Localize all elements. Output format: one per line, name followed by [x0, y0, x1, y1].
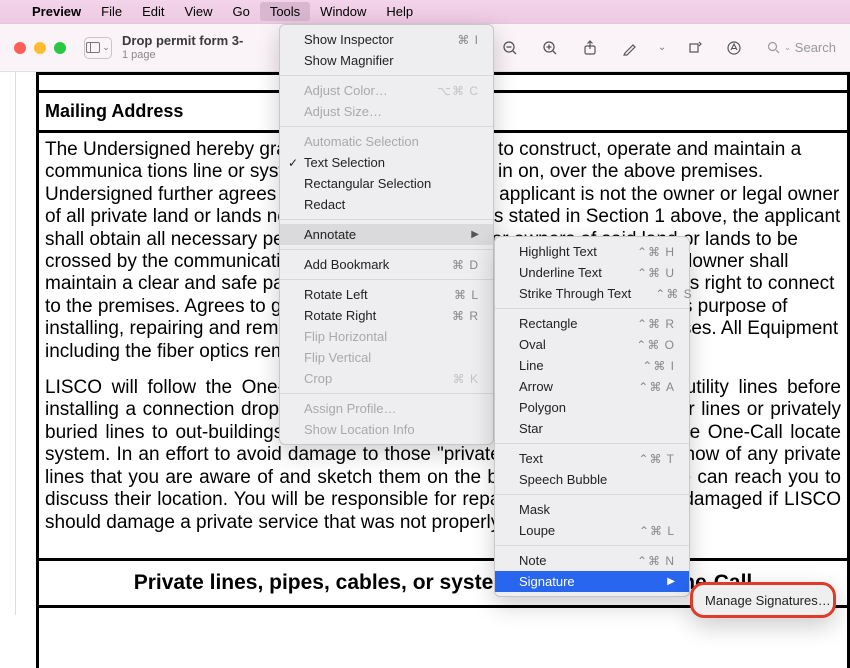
minimize-button[interactable]	[34, 42, 46, 54]
search-placeholder: Search	[795, 40, 836, 55]
assign-profile-item: Assign Profile…	[280, 398, 493, 419]
edit-menu[interactable]: Edit	[132, 2, 174, 21]
star-item[interactable]: Star	[495, 418, 689, 439]
system-menubar: Preview File Edit View Go Tools Window H…	[0, 0, 850, 24]
window-menu[interactable]: Window	[310, 2, 376, 21]
rotate-left-item[interactable]: Rotate Left⌘ L	[280, 284, 493, 305]
tools-dropdown: Show Inspector⌘ I Show Magnifier Adjust …	[279, 24, 494, 445]
arrow-item[interactable]: Arrow⌃⌘ A	[495, 376, 689, 397]
sidebar-toggle[interactable]: ⌄	[84, 37, 112, 59]
help-menu[interactable]: Help	[376, 2, 423, 21]
flip-horizontal-item: Flip Horizontal	[280, 326, 493, 347]
redact-item[interactable]: Redact	[280, 194, 493, 215]
add-bookmark-item[interactable]: Add Bookmark⌘ D	[280, 254, 493, 275]
zoom-in-button[interactable]	[535, 36, 565, 60]
zoom-out-button[interactable]	[495, 36, 525, 60]
signature-submenu: Manage Signatures…	[690, 582, 836, 618]
highlight-dropdown[interactable]: ⌄	[655, 36, 669, 60]
loupe-item[interactable]: Loupe⌃⌘ L	[495, 520, 689, 541]
sidebar-icon	[86, 42, 100, 53]
text-item[interactable]: Text⌃⌘ T	[495, 448, 689, 469]
markup-button[interactable]	[719, 36, 749, 60]
adjust-color-item: Adjust Color…⌥⌘ C	[280, 80, 493, 101]
share-button[interactable]	[575, 36, 605, 60]
highlight-text-item[interactable]: Highlight Text⌃⌘ H	[495, 241, 689, 262]
line-item[interactable]: Line⌃⌘ I	[495, 355, 689, 376]
polygon-item[interactable]: Polygon	[495, 397, 689, 418]
rectangular-selection-item[interactable]: Rectangular Selection	[280, 173, 493, 194]
signature-item[interactable]: Signature▶	[495, 571, 689, 592]
text-selection-item[interactable]: ✓Text Selection	[280, 152, 493, 173]
speech-bubble-item[interactable]: Speech Bubble	[495, 469, 689, 490]
show-magnifier-item[interactable]: Show Magnifier	[280, 50, 493, 71]
search-field[interactable]: ⌄ Search	[759, 40, 836, 55]
file-menu[interactable]: File	[91, 2, 132, 21]
crop-item: Crop⌘ K	[280, 368, 493, 389]
annotate-item[interactable]: Annotate▶	[280, 224, 493, 245]
manage-signatures-item[interactable]: Manage Signatures…	[699, 589, 827, 611]
document-title: Drop permit form 3-	[122, 34, 243, 48]
rotate-button[interactable]	[679, 36, 709, 60]
strike-text-item[interactable]: Strike Through Text⌃⌘ S	[495, 283, 689, 304]
automatic-selection-item: Automatic Selection	[280, 131, 493, 152]
oval-item[interactable]: Oval⌃⌘ O	[495, 334, 689, 355]
annotate-submenu: Highlight Text⌃⌘ H Underline Text⌃⌘ U St…	[494, 236, 690, 597]
highlight-button[interactable]	[615, 36, 645, 60]
adjust-size-item: Adjust Size…	[280, 101, 493, 122]
app-menu[interactable]: Preview	[22, 2, 91, 21]
rotate-right-item[interactable]: Rotate Right⌘ R	[280, 305, 493, 326]
mask-item[interactable]: Mask	[495, 499, 689, 520]
show-inspector-item[interactable]: Show Inspector⌘ I	[280, 29, 493, 50]
close-button[interactable]	[14, 42, 26, 54]
go-menu[interactable]: Go	[222, 2, 259, 21]
window-controls	[14, 42, 66, 54]
rectangle-item[interactable]: Rectangle⌃⌘ R	[495, 313, 689, 334]
underline-text-item[interactable]: Underline Text⌃⌘ U	[495, 262, 689, 283]
search-icon	[767, 41, 780, 54]
note-item[interactable]: Note⌃⌘ N	[495, 550, 689, 571]
document-subtitle: 1 page	[122, 49, 243, 61]
zoom-button[interactable]	[54, 42, 66, 54]
flip-vertical-item: Flip Vertical	[280, 347, 493, 368]
view-menu[interactable]: View	[175, 2, 223, 21]
title-area: Drop permit form 3- 1 page	[122, 34, 243, 60]
show-location-info-item: Show Location Info	[280, 419, 493, 440]
tools-menu[interactable]: Tools	[260, 2, 310, 21]
